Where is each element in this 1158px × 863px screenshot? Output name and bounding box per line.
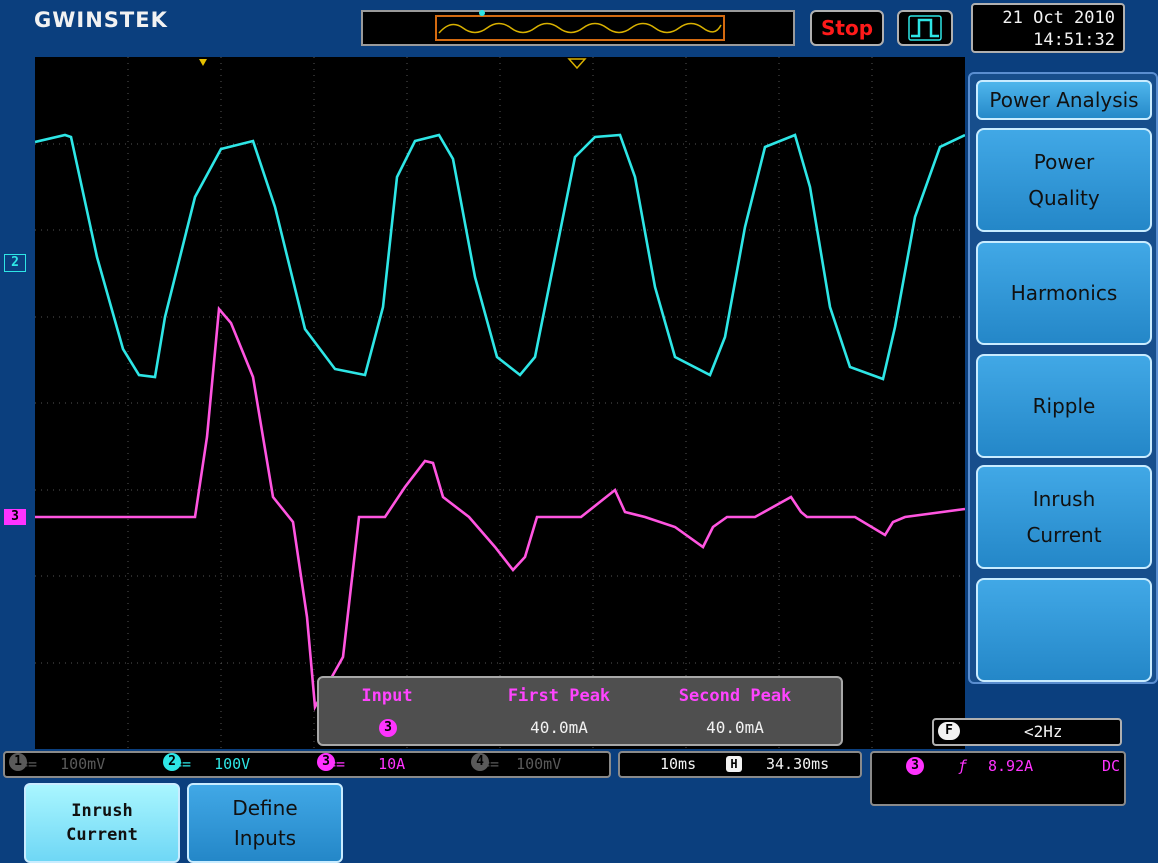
- time-text: 14:51:32: [1033, 30, 1115, 50]
- menu-empty-slot[interactable]: [976, 578, 1152, 682]
- trigger-slope-icon: ƒ: [958, 757, 968, 775]
- horizontal-position-value: 34.30ms: [766, 755, 830, 773]
- waveform-display: [35, 57, 965, 749]
- filter-badge: F: [938, 722, 960, 740]
- channel-status-bar: 1 == 100mV 2 == 100V 3 == 10A 4 == 100mV: [3, 751, 611, 778]
- date-text: 21 Oct 2010: [1002, 8, 1115, 28]
- menu-power-quality[interactable]: Power Quality: [976, 128, 1152, 232]
- trigger-marker-icon: [199, 59, 207, 66]
- datetime-display: 21 Oct 2010 14:51:32: [971, 3, 1125, 53]
- trigger-level-value: 8.92A: [988, 757, 1034, 775]
- ch4-status[interactable]: 4 == 100mV: [471, 753, 561, 776]
- input-channel-badge: 3: [377, 716, 399, 737]
- menu-title: Power Analysis: [976, 80, 1152, 120]
- grid: [35, 57, 965, 749]
- ch3-status[interactable]: 3 == 10A: [317, 753, 405, 776]
- side-menu: Power Analysis Power Quality Harmonics R…: [968, 72, 1158, 684]
- memory-waveform-thumbnail: [438, 22, 722, 34]
- menu-ripple[interactable]: Ripple: [976, 354, 1152, 458]
- run-stop-indicator[interactable]: Stop: [810, 10, 884, 46]
- inrush-result-panel: Input 3 First Peak 40.0mA Second Peak 40…: [317, 676, 843, 746]
- brand-logo: GWINSTEK: [34, 8, 168, 32]
- ch1-status[interactable]: 1 == 100mV: [9, 753, 105, 776]
- first-peak-value: 40.0mA: [530, 718, 588, 737]
- second-peak-label: Second Peak: [678, 686, 792, 706]
- horizontal-badge: H: [726, 756, 742, 772]
- trigger-source-badge: 3: [906, 757, 924, 775]
- display-window: [435, 15, 725, 41]
- menu-harmonics[interactable]: Harmonics: [976, 241, 1152, 345]
- ch2-status[interactable]: 2 == 100V: [163, 753, 250, 776]
- first-peak-label: First Peak: [507, 686, 611, 706]
- frequency-value: <2Hz: [1024, 722, 1063, 741]
- trigger-position-icon: [479, 10, 485, 16]
- trigger-coupling: DC: [1101, 757, 1120, 775]
- input-label: Input: [361, 686, 413, 706]
- trigger-status[interactable]: 3 ƒ 8.92A DC: [870, 751, 1126, 806]
- ch2-ground-marker[interactable]: 2: [4, 254, 26, 272]
- timebase-value: 10ms: [660, 755, 697, 773]
- second-peak-value: 40.0mA: [706, 718, 764, 737]
- menu-inrush-current[interactable]: Inrush Current: [976, 465, 1152, 569]
- ch3-ground-marker[interactable]: 3: [4, 509, 26, 525]
- trigger-mode-icon[interactable]: [897, 10, 953, 46]
- frequency-counter: F <2Hz: [932, 718, 1122, 746]
- horizontal-position-icon: [567, 58, 587, 70]
- define-inputs-softkey[interactable]: Define Inputs: [187, 783, 343, 863]
- memory-bar: [361, 10, 795, 46]
- inrush-current-softkey[interactable]: Inrush Current: [24, 783, 180, 863]
- timebase-status[interactable]: 10ms H 34.30ms: [618, 751, 862, 778]
